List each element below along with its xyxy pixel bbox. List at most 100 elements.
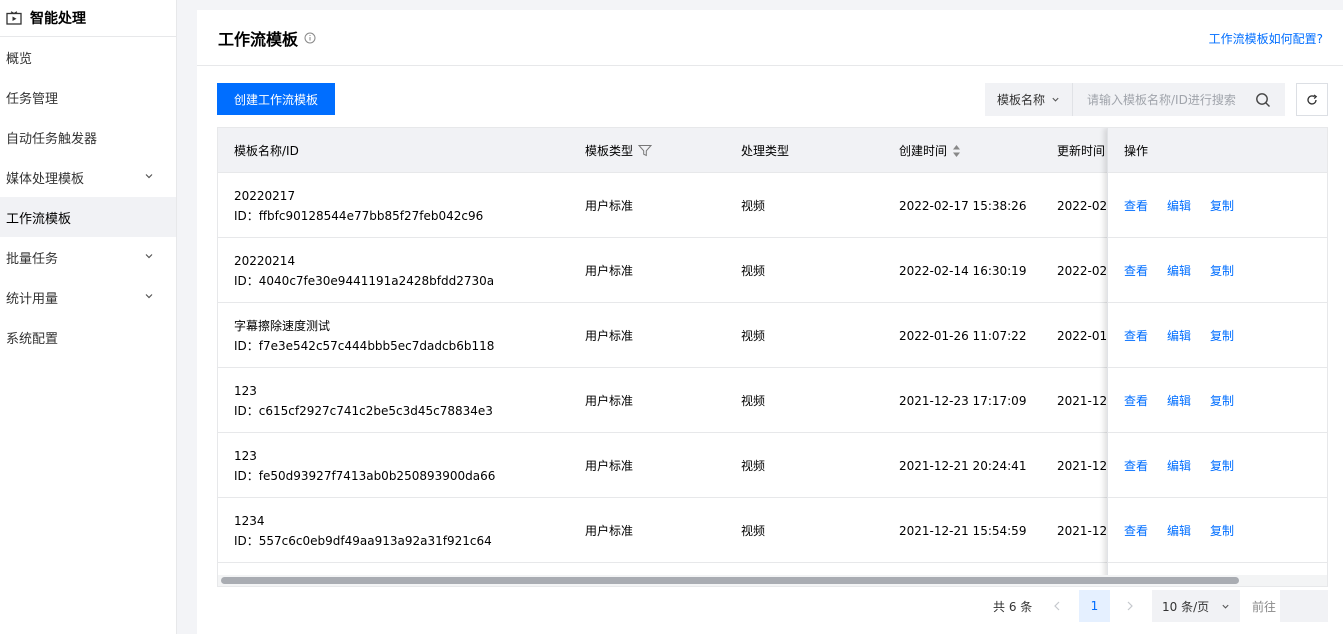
view-link[interactable]: 查看 <box>1124 262 1148 279</box>
column-header-type: 模板类型 <box>585 128 653 173</box>
actions-cell: 查看 编辑 复制 <box>1108 368 1327 433</box>
copy-link[interactable]: 复制 <box>1210 262 1234 279</box>
actions-cell: 查看 编辑 复制 <box>1108 498 1327 563</box>
scrollbar-thumb[interactable] <box>221 577 1239 584</box>
template-id: ID：ffbfc90128544e77bb85f27feb042c96 <box>234 208 484 223</box>
cell-process: 视频 <box>741 329 766 343</box>
view-link[interactable]: 查看 <box>1124 197 1148 214</box>
edit-link[interactable]: 编辑 <box>1167 327 1191 344</box>
edit-link[interactable]: 编辑 <box>1167 522 1191 539</box>
page-header: 工作流模板 工作流模板如何配置? <box>197 10 1343 66</box>
search-icon[interactable] <box>1255 92 1271 108</box>
cell-process: 视频 <box>741 199 766 213</box>
goto-label: 前往 <box>1252 600 1277 614</box>
goto-page-input[interactable] <box>1280 590 1328 622</box>
prev-page-icon[interactable] <box>1052 599 1062 613</box>
column-header-ops: 操作 <box>1108 128 1327 173</box>
workflow-table: 模板名称/ID 模板类型 处理类型 创建时间 更新时间 20220217 ID：f… <box>217 127 1328 587</box>
template-id: ID：557c6c0eb9df49aa913a92a31f921c64 <box>234 533 492 548</box>
cell-type: 用户标准 <box>585 394 634 408</box>
sidebar-item-batch-tasks[interactable]: 批量任务 <box>0 237 176 277</box>
sidebar-item-label: 批量任务 <box>6 251 59 267</box>
sidebar-header: 智能处理 <box>0 0 176 37</box>
actions-cell: 查看 编辑 复制 <box>1108 303 1327 368</box>
cell-type: 用户标准 <box>585 199 634 213</box>
search-field-select[interactable]: 模板名称 <box>985 83 1073 116</box>
edit-link[interactable]: 编辑 <box>1167 392 1191 409</box>
chevron-down-icon <box>145 254 153 259</box>
cell-created: 2021-12-21 20:24:41 <box>899 458 1027 473</box>
next-page-icon[interactable] <box>1125 599 1135 613</box>
cell-created: 2022-02-14 16:30:19 <box>899 263 1027 278</box>
template-name: 123 <box>234 448 257 463</box>
chevron-down-icon <box>145 294 153 299</box>
help-link[interactable]: 工作流模板如何配置? <box>1209 30 1323 47</box>
copy-link[interactable]: 复制 <box>1210 327 1234 344</box>
sidebar-item-usage-stats[interactable]: 统计用量 <box>0 277 176 317</box>
cell-name: 20220214 ID：4040c7fe30e9441191a2428bfdd27… <box>234 238 494 303</box>
view-link[interactable]: 查看 <box>1124 392 1148 409</box>
copy-link[interactable]: 复制 <box>1210 197 1234 214</box>
tv-play-icon <box>6 11 22 25</box>
cell-created: 2022-01-26 11:07:22 <box>899 328 1027 343</box>
cell-name: 123 ID：c615cf2927c741c2be5c3d45c78834e3 <box>234 368 493 433</box>
sidebar-item-label: 统计用量 <box>6 291 59 307</box>
edit-link[interactable]: 编辑 <box>1167 262 1191 279</box>
filter-icon[interactable] <box>638 144 653 157</box>
refresh-button[interactable] <box>1296 83 1328 116</box>
column-header-created[interactable]: 创建时间 <box>899 128 961 173</box>
cell-type: 用户标准 <box>585 524 634 538</box>
sort-icon[interactable] <box>952 144 961 158</box>
cell-created: 2021-12-23 17:17:09 <box>899 393 1027 408</box>
cell-type: 用户标准 <box>585 329 634 343</box>
sidebar-item-media-templates[interactable]: 媒体处理模板 <box>0 157 176 197</box>
sidebar-item-overview[interactable]: 概览 <box>0 37 176 77</box>
sidebar-item-task-management[interactable]: 任务管理 <box>0 77 176 117</box>
actions-column: 操作 查看 编辑 复制 查看 编辑 复制 查看 编辑 复制 查看 编辑 复制 查看 编辑 复制 查看 编辑 复制 <box>1107 128 1327 586</box>
template-id: ID：f7e3e542c57c444bbb5ec7dadcb6b118 <box>234 338 495 353</box>
sidebar-item-system-config[interactable]: 系统配置 <box>0 317 176 357</box>
actions-cell: 查看 编辑 复制 <box>1108 238 1327 303</box>
view-link[interactable]: 查看 <box>1124 327 1148 344</box>
actions-cell: 查看 编辑 复制 <box>1108 173 1327 238</box>
edit-link[interactable]: 编辑 <box>1167 457 1191 474</box>
page-number-current[interactable]: 1 <box>1079 590 1110 622</box>
copy-link[interactable]: 复制 <box>1210 392 1234 409</box>
copy-link[interactable]: 复制 <box>1210 522 1234 539</box>
sidebar-title: 智能处理 <box>30 11 86 27</box>
view-link[interactable]: 查看 <box>1124 522 1148 539</box>
copy-link[interactable]: 复制 <box>1210 457 1234 474</box>
column-header-type-label: 模板类型 <box>585 144 634 158</box>
sidebar-item-label: 任务管理 <box>6 91 59 107</box>
chevron-down-icon <box>1222 604 1229 609</box>
sidebar-item-label: 媒体处理模板 <box>6 171 85 187</box>
chevron-down-icon <box>145 174 153 179</box>
sidebar: 智能处理 概览 任务管理 自动任务触发器 媒体处理模板 工作流模板 批量任务 统… <box>0 0 177 634</box>
sidebar-item-label: 系统配置 <box>6 331 59 347</box>
cell-created: 2022-02-17 15:38:26 <box>899 198 1027 213</box>
sidebar-item-auto-trigger[interactable]: 自动任务触发器 <box>0 117 176 157</box>
cell-name: 1234 ID：557c6c0eb9df49aa913a92a31f921c64 <box>234 498 492 563</box>
template-name: 20220217 <box>234 188 296 203</box>
template-name: 1234 <box>234 513 265 528</box>
page-size-label: 10 条/页 <box>1162 599 1210 614</box>
page-size-select[interactable]: 10 条/页 <box>1152 590 1240 622</box>
sidebar-item-label: 概览 <box>6 51 33 67</box>
column-header-created-label: 创建时间 <box>899 144 948 158</box>
sidebar-item-label: 自动任务触发器 <box>6 131 98 147</box>
template-id: ID：4040c7fe30e9441191a2428bfdd2730a <box>234 273 495 288</box>
cell-process: 视频 <box>741 524 766 538</box>
edit-link[interactable]: 编辑 <box>1167 197 1191 214</box>
sidebar-item-workflow-templates[interactable]: 工作流模板 <box>0 197 176 237</box>
search-group: 模板名称 <box>985 83 1285 116</box>
create-workflow-template-button[interactable]: 创建工作流模板 <box>217 83 335 115</box>
pagination: 共 6 条 1 10 条/页 前往 <box>197 590 1343 622</box>
view-link[interactable]: 查看 <box>1124 457 1148 474</box>
template-name: 20220214 <box>234 253 296 268</box>
cell-name: 字幕擦除速度测试 ID：f7e3e542c57c444bbb5ec7dadcb6b… <box>234 303 494 368</box>
page-title: 工作流模板 <box>218 29 299 49</box>
info-icon[interactable] <box>304 32 316 44</box>
actions-cell: 查看 编辑 复制 <box>1108 433 1327 498</box>
search-input[interactable] <box>1073 83 1255 116</box>
horizontal-scrollbar[interactable] <box>218 575 1327 586</box>
